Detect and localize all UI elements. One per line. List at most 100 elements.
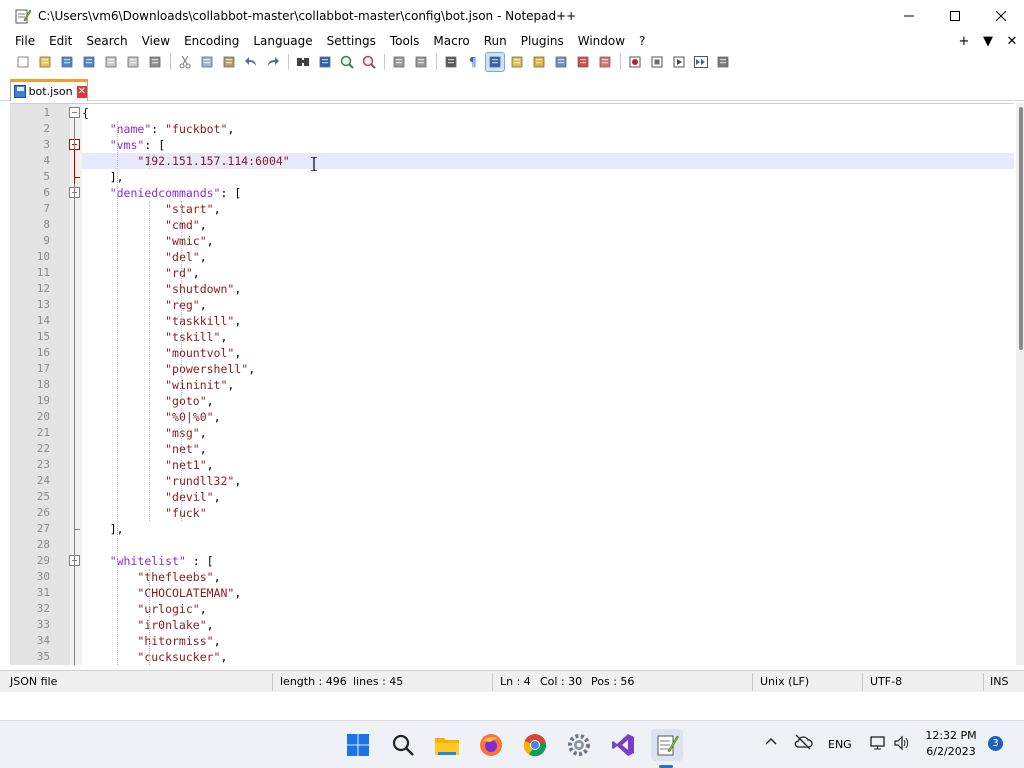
cut-button[interactable] [176, 53, 194, 71]
sync-horizontal-button[interactable] [412, 53, 430, 71]
code-line[interactable]: 2 "name": "fuckbot", [10, 121, 1014, 137]
code-line[interactable]: 13 "reg", [10, 297, 1014, 313]
code-line[interactable]: 35 "cucksucker", [10, 649, 1014, 665]
menu-run[interactable]: Run [477, 31, 514, 51]
line-text[interactable]: "mountvol", [82, 345, 1014, 361]
editor[interactable]: 1{2 "name": "fuckbot", 3 "vms": [4 "192.1… [10, 103, 1014, 665]
code-line[interactable]: 25 "devil", [10, 489, 1014, 505]
indent-guide-button[interactable] [485, 52, 505, 72]
code-line[interactable]: 27 ], [10, 521, 1014, 537]
menu-settings[interactable]: Settings [320, 31, 383, 51]
code-line[interactable]: 21 "msg", [10, 425, 1014, 441]
user-defined-lang-button[interactable] [508, 53, 526, 71]
code-line[interactable]: 7 "start", [10, 201, 1014, 217]
line-text[interactable]: "reg", [82, 297, 1014, 313]
find-button[interactable] [294, 53, 312, 71]
code-line[interactable]: 28 [10, 537, 1014, 553]
code-line[interactable]: 1{ [10, 105, 1014, 121]
close-window-button[interactable] [978, 0, 1024, 31]
replace-button[interactable] [316, 53, 334, 71]
line-text[interactable]: "urlogic", [82, 601, 1014, 617]
line-text[interactable]: "name": "fuckbot", [82, 121, 1014, 137]
line-text[interactable]: "hitormiss", [82, 633, 1014, 649]
menu-edit[interactable]: Edit [42, 31, 79, 51]
line-text[interactable]: "ir0nlake", [82, 617, 1014, 633]
code-line[interactable]: 15 "tskill", [10, 329, 1014, 345]
line-text[interactable]: "start", [82, 201, 1014, 217]
undo-button[interactable] [242, 53, 260, 71]
zoom-in-button[interactable] [338, 53, 356, 71]
line-text[interactable]: "rundll32", [82, 473, 1014, 489]
play-macro-button[interactable] [670, 53, 688, 71]
function-list-button[interactable] [552, 53, 570, 71]
code-line[interactable]: 32 "urlogic", [10, 601, 1014, 617]
open-file-button[interactable] [36, 53, 54, 71]
line-text[interactable]: "taskkill", [82, 313, 1014, 329]
menu-file[interactable]: File [0, 31, 42, 51]
code-line[interactable]: 33 "ir0nlake", [10, 617, 1014, 633]
line-text[interactable]: "deniedcommands": [ [82, 185, 1014, 201]
line-text[interactable] [82, 537, 1014, 553]
network-status-button[interactable] [869, 734, 887, 755]
menu-tools[interactable]: Tools [383, 31, 427, 51]
close-button[interactable] [102, 53, 120, 71]
stop-macro-button[interactable] [648, 53, 666, 71]
start-button[interactable] [342, 729, 374, 761]
code-line[interactable]: 20 "%0|%0", [10, 409, 1014, 425]
firefox-button[interactable] [475, 729, 507, 761]
copy-button[interactable] [198, 53, 216, 71]
run-macro-multiple-button[interactable] [692, 53, 710, 71]
show-all-chars-button[interactable]: ¶ [464, 53, 482, 71]
line-text[interactable]: "del", [82, 249, 1014, 265]
save-macro-button[interactable] [714, 53, 732, 71]
print-button[interactable] [146, 53, 164, 71]
new-tab-button[interactable]: + [952, 34, 976, 49]
line-text[interactable]: "goto", [82, 393, 1014, 409]
line-text[interactable]: "msg", [82, 425, 1014, 441]
code-line[interactable]: 14 "taskkill", [10, 313, 1014, 329]
line-text[interactable]: "%0|%0", [82, 409, 1014, 425]
code-line[interactable]: 11 "rd", [10, 265, 1014, 281]
volume-button[interactable] [893, 734, 911, 755]
line-text[interactable]: "wininit", [82, 377, 1014, 393]
code-line[interactable]: 4 "192.151.157.114:6004" [10, 153, 1014, 169]
sync-vertical-button[interactable] [390, 53, 408, 71]
line-text[interactable]: "net1", [82, 457, 1014, 473]
line-text[interactable]: "cmd", [82, 217, 1014, 233]
line-text[interactable]: "rd", [82, 265, 1014, 281]
code-line[interactable]: 26 "fuck" [10, 505, 1014, 521]
code-line[interactable]: 31 "CHOCOLATEMAN", [10, 585, 1014, 601]
close-document-button[interactable]: ✕ [1000, 34, 1024, 49]
line-text[interactable]: "tskill", [82, 329, 1014, 345]
save-button[interactable] [58, 53, 76, 71]
settings-button[interactable] [563, 729, 595, 761]
status-eol[interactable]: Unix (LF) [760, 675, 809, 688]
folder-as-workspace-button[interactable] [574, 53, 592, 71]
code-line[interactable]: 30 "thefleebs", [10, 569, 1014, 585]
code-line[interactable]: 10 "del", [10, 249, 1014, 265]
line-text[interactable]: "net", [82, 441, 1014, 457]
doc-map-button[interactable] [530, 53, 548, 71]
line-text[interactable]: "cucksucker", [82, 649, 1014, 665]
code-line[interactable]: 6 "deniedcommands": [ [10, 185, 1014, 201]
close-all-button[interactable] [124, 53, 142, 71]
search-button[interactable] [387, 729, 419, 761]
scrollbar-thumb[interactable] [1019, 107, 1023, 350]
tab-bot-json[interactable]: bot.json ✕ [10, 79, 88, 101]
code-line[interactable]: 34 "hitormiss", [10, 633, 1014, 649]
minimize-button[interactable] [886, 0, 932, 31]
onedrive-status-button[interactable] [793, 734, 813, 753]
code-line[interactable]: 18 "wininit", [10, 377, 1014, 393]
line-text[interactable]: "vms": [ [82, 137, 1014, 153]
line-text[interactable]: "CHOCOLATEMAN", [82, 585, 1014, 601]
chrome-button[interactable] [519, 729, 551, 761]
code-line[interactable]: 12 "shutdown", [10, 281, 1014, 297]
code-line[interactable]: 19 "goto", [10, 393, 1014, 409]
notepadpp-app-icon[interactable] [15, 8, 32, 24]
notification-badge[interactable]: 3 [988, 736, 1003, 751]
new-file-button[interactable] [14, 53, 32, 71]
tab-list-dropdown-button[interactable]: ▼ [976, 34, 1000, 49]
menu-macro[interactable]: Macro [426, 31, 476, 51]
redo-button[interactable] [264, 53, 282, 71]
line-text[interactable]: ], [82, 521, 1014, 537]
